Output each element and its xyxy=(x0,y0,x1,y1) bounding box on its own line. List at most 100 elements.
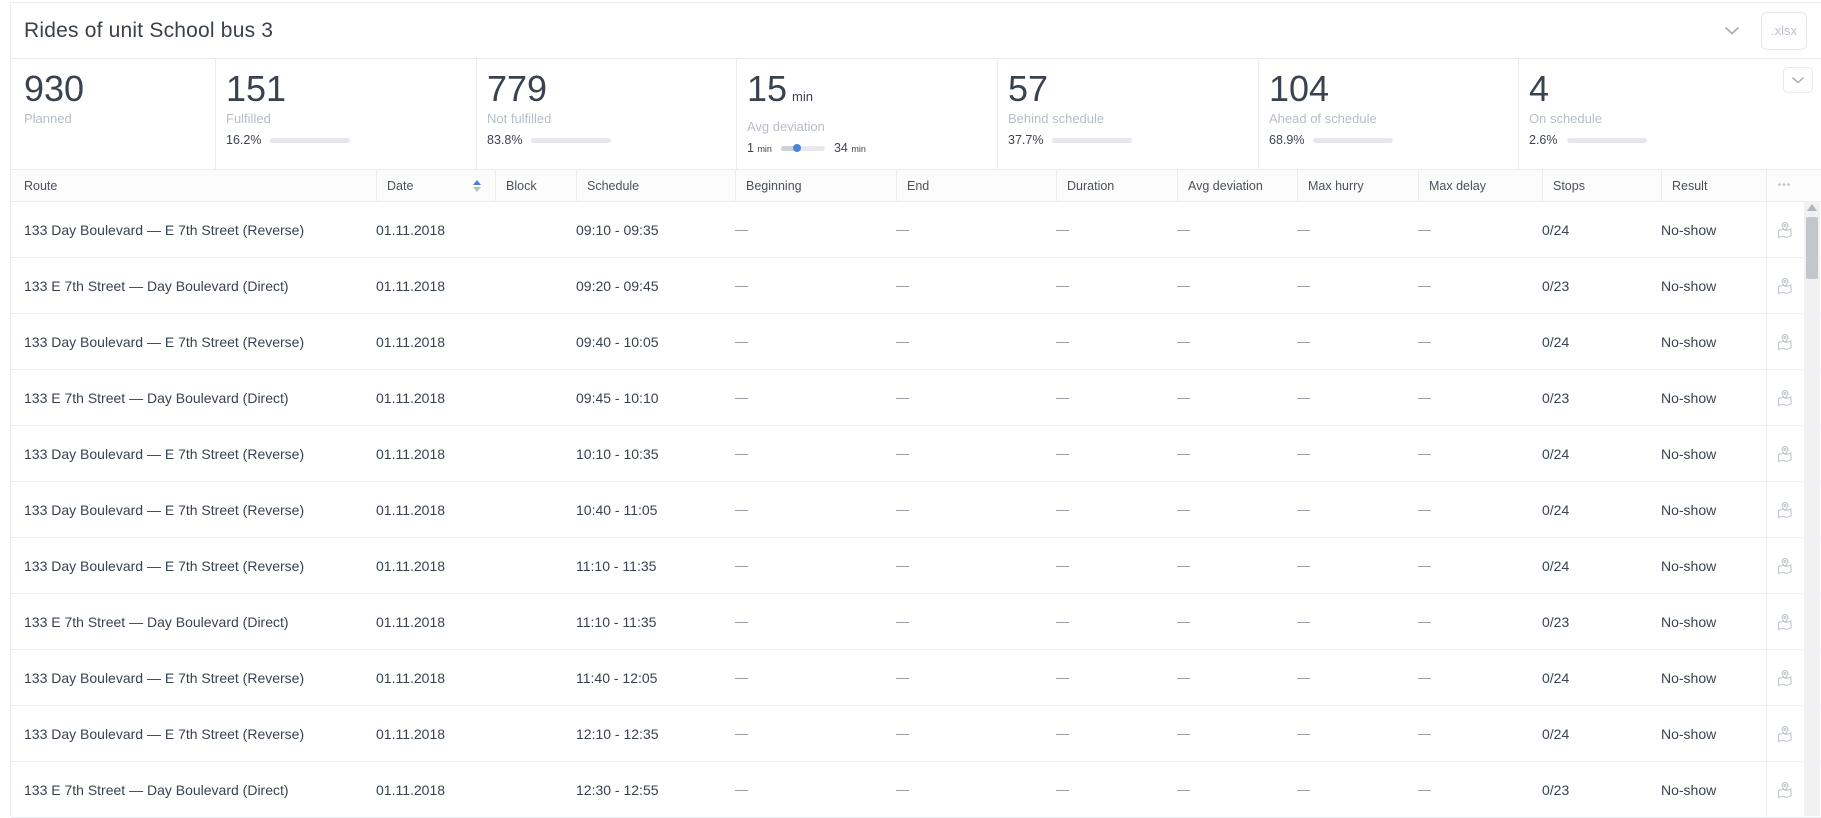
show-on-map-button[interactable] xyxy=(1766,594,1802,649)
column-header-duration[interactable]: Duration xyxy=(1056,170,1177,201)
cell-avg-deviation: — xyxy=(1177,446,1297,461)
cell-duration: — xyxy=(1056,278,1177,293)
table-body: 133 Day Boulevard — E 7th Street (Revers… xyxy=(11,202,1821,818)
column-header-date[interactable]: Date xyxy=(376,170,495,201)
cell-avg-deviation: — xyxy=(1177,670,1297,685)
cell-max-hurry: — xyxy=(1297,222,1418,237)
cell-beginning: — xyxy=(735,670,896,685)
table-row[interactable]: 133 E 7th Street — Day Boulevard (Direct… xyxy=(11,370,1821,426)
column-header-avg-deviation[interactable]: Avg deviation xyxy=(1177,170,1297,201)
table-row[interactable]: 133 Day Boulevard — E 7th Street (Revers… xyxy=(11,314,1821,370)
not-fulfilled-progress-bar xyxy=(531,138,611,143)
behind-schedule-percent: 37.7% xyxy=(1008,133,1043,147)
cell-duration: — xyxy=(1056,222,1177,237)
avg-deviation-unit: min xyxy=(792,89,813,104)
scroll-up-arrow-icon[interactable] xyxy=(1807,204,1817,211)
rides-panel: Rides of unit School bus 3 .xlsx 930 Pla… xyxy=(10,2,1821,816)
map-pin-icon xyxy=(1775,388,1795,408)
show-on-map-button[interactable] xyxy=(1766,370,1802,425)
table-row[interactable]: 133 Day Boulevard — E 7th Street (Revers… xyxy=(11,650,1821,706)
cell-max-hurry: — xyxy=(1297,334,1418,349)
show-on-map-button[interactable] xyxy=(1766,538,1802,593)
column-settings-button[interactable]: ••• xyxy=(1766,170,1802,201)
table-header-row: Route Date Block Schedule Beginning End … xyxy=(11,170,1821,202)
table-row[interactable]: 133 Day Boulevard — E 7th Street (Revers… xyxy=(11,482,1821,538)
cell-schedule: 09:45 - 10:10 xyxy=(576,390,735,406)
cell-max-hurry: — xyxy=(1297,446,1418,461)
show-on-map-button[interactable] xyxy=(1766,258,1802,313)
cell-result: No-show xyxy=(1661,670,1766,686)
table-row[interactable]: 133 Day Boulevard — E 7th Street (Revers… xyxy=(11,426,1821,482)
column-header-max-delay[interactable]: Max delay xyxy=(1418,170,1542,201)
not-fulfilled-percent: 83.8% xyxy=(487,133,522,147)
show-on-map-button[interactable] xyxy=(1766,314,1802,369)
scrollbar-thumb[interactable] xyxy=(1806,217,1818,279)
cell-max-hurry: — xyxy=(1297,390,1418,405)
ahead-of-schedule-percent: 68.9% xyxy=(1269,133,1304,147)
cell-schedule: 09:20 - 09:45 xyxy=(576,278,735,294)
cell-stops: 0/24 xyxy=(1542,670,1661,686)
cell-route: 133 Day Boulevard — E 7th Street (Revers… xyxy=(24,558,376,574)
sort-toggle-icon[interactable] xyxy=(473,180,481,192)
deviation-max-value: 34 xyxy=(834,141,848,155)
column-header-beginning[interactable]: Beginning xyxy=(735,170,896,201)
cell-date: 01.11.2018 xyxy=(376,614,495,630)
show-on-map-button[interactable] xyxy=(1766,650,1802,705)
not-fulfilled-label: Not fulfilled xyxy=(487,111,728,126)
column-header-block[interactable]: Block xyxy=(495,170,576,201)
ahead-of-schedule-label: Ahead of schedule xyxy=(1269,111,1510,126)
stat-ahead-of-schedule: 104 Ahead of schedule 68.9% xyxy=(1258,59,1518,169)
cell-date: 01.11.2018 xyxy=(376,278,495,294)
panel-collapse-button[interactable] xyxy=(1721,20,1743,42)
map-pin-icon xyxy=(1775,668,1795,688)
panel-titlebar: Rides of unit School bus 3 .xlsx xyxy=(11,3,1821,59)
cell-date: 01.11.2018 xyxy=(376,390,495,406)
cell-date: 01.11.2018 xyxy=(376,782,495,798)
column-header-stops[interactable]: Stops xyxy=(1542,170,1661,201)
show-on-map-button[interactable] xyxy=(1766,706,1802,761)
cell-route: 133 Day Boulevard — E 7th Street (Revers… xyxy=(24,502,376,518)
column-header-route[interactable]: Route xyxy=(24,170,376,201)
sort-asc-icon xyxy=(473,180,481,185)
table-row[interactable]: 133 Day Boulevard — E 7th Street (Revers… xyxy=(11,706,1821,762)
column-header-end[interactable]: End xyxy=(896,170,1056,201)
not-fulfilled-value: 779 xyxy=(487,69,728,109)
cell-result: No-show xyxy=(1661,446,1766,462)
fulfilled-progress-bar xyxy=(270,138,350,143)
cell-duration: — xyxy=(1056,446,1177,461)
ahead-of-schedule-progress-bar xyxy=(1313,138,1393,143)
cell-stops: 0/23 xyxy=(1542,278,1661,294)
cell-max-delay: — xyxy=(1418,670,1542,685)
export-xlsx-button[interactable]: .xlsx xyxy=(1761,12,1807,50)
table-row[interactable]: 133 E 7th Street — Day Boulevard (Direct… xyxy=(11,258,1821,314)
table-row[interactable]: 133 E 7th Street — Day Boulevard (Direct… xyxy=(11,594,1821,650)
avg-deviation-slider xyxy=(781,146,825,151)
cell-schedule: 12:10 - 12:35 xyxy=(576,726,735,742)
show-on-map-button[interactable] xyxy=(1766,482,1802,537)
cell-avg-deviation: — xyxy=(1177,390,1297,405)
stat-not-fulfilled: 779 Not fulfilled 83.8% xyxy=(476,59,736,169)
table-scrollbar[interactable] xyxy=(1804,201,1820,816)
stat-behind-schedule: 57 Behind schedule 37.7% xyxy=(997,59,1258,169)
show-on-map-button[interactable] xyxy=(1766,762,1802,817)
cell-duration: — xyxy=(1056,614,1177,629)
on-schedule-value: 4 xyxy=(1529,69,1813,109)
cell-avg-deviation: — xyxy=(1177,558,1297,573)
column-header-max-hurry[interactable]: Max hurry xyxy=(1297,170,1418,201)
column-header-schedule[interactable]: Schedule xyxy=(576,170,735,201)
column-header-result[interactable]: Result xyxy=(1661,170,1766,201)
sort-desc-icon xyxy=(473,187,481,192)
stats-collapse-button[interactable] xyxy=(1783,67,1813,93)
cell-schedule: 11:40 - 12:05 xyxy=(576,670,735,686)
show-on-map-button[interactable] xyxy=(1766,426,1802,481)
cell-date: 01.11.2018 xyxy=(376,726,495,742)
table-row[interactable]: 133 Day Boulevard — E 7th Street (Revers… xyxy=(11,538,1821,594)
table-row[interactable]: 133 Day Boulevard — E 7th Street (Revers… xyxy=(11,202,1821,258)
cell-avg-deviation: — xyxy=(1177,502,1297,517)
show-on-map-button[interactable] xyxy=(1766,202,1802,257)
cell-stops: 0/24 xyxy=(1542,726,1661,742)
table-row[interactable]: 133 E 7th Street — Day Boulevard (Direct… xyxy=(11,762,1821,818)
cell-stops: 0/24 xyxy=(1542,222,1661,238)
cell-end: — xyxy=(896,446,1056,461)
cell-end: — xyxy=(896,222,1056,237)
